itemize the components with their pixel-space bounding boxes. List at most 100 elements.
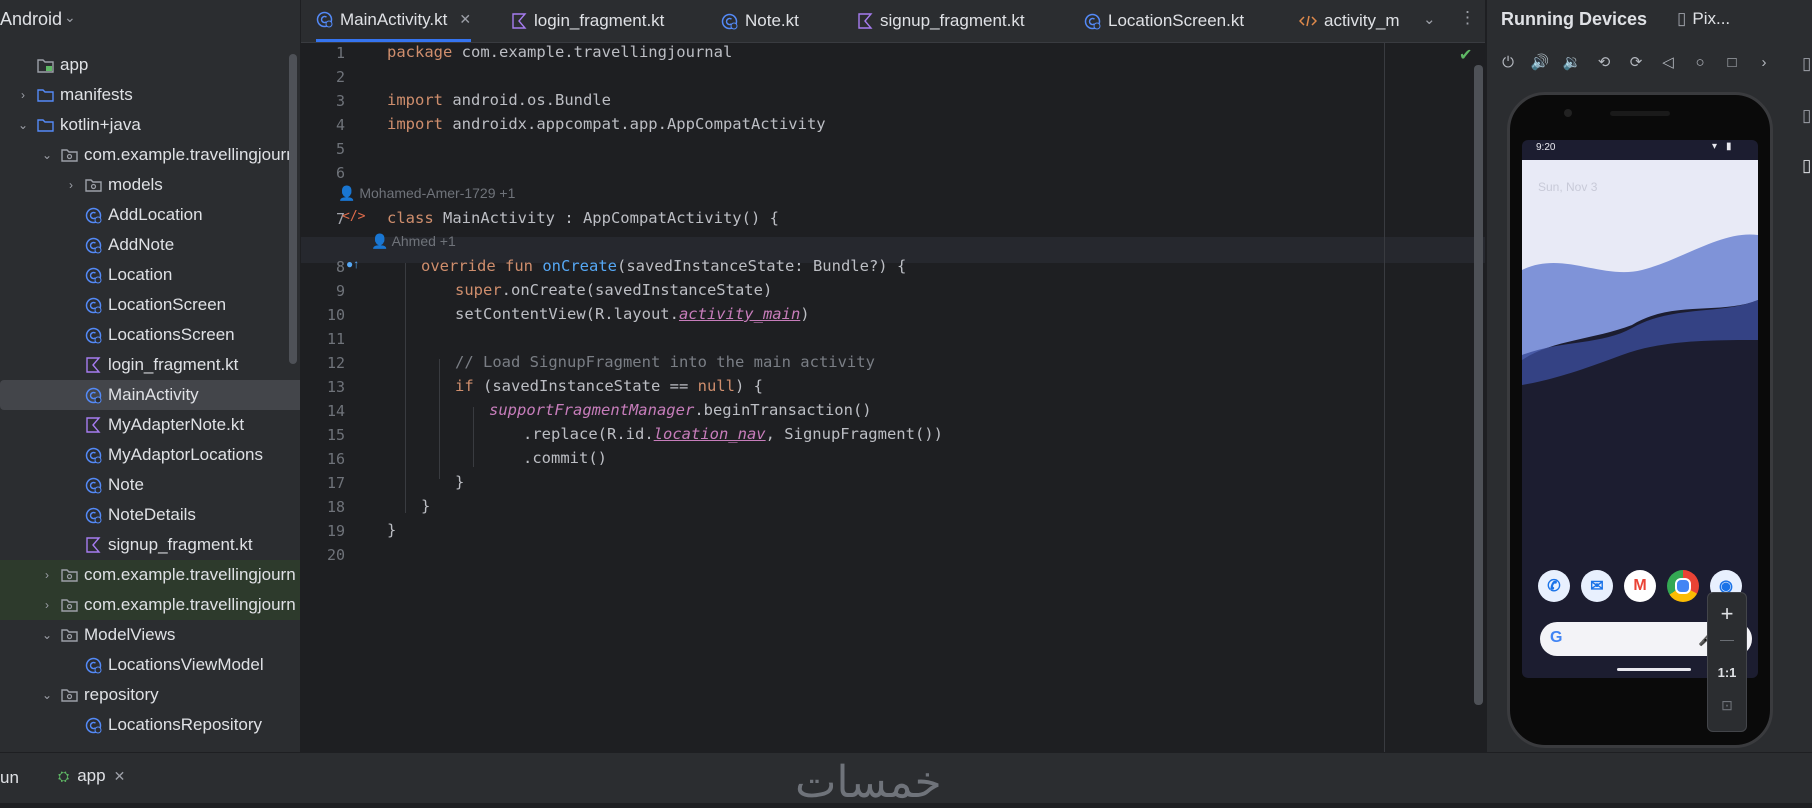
tree-item[interactable]: AddNote — [0, 230, 300, 260]
chevron-down-icon[interactable]: ⌄ — [64, 9, 76, 26]
tree-item-label: LocationScreen — [108, 295, 227, 314]
class-icon — [721, 13, 738, 30]
collapse-chevron-icon[interactable]: › — [40, 598, 54, 612]
running-devices-title: Running Devices — [1501, 9, 1648, 29]
tree-item[interactable]: LocationsViewModel — [0, 650, 300, 680]
indent-guide — [473, 407, 474, 467]
code-vision-author[interactable]: 👤 Mohamed-Amer-1729 +1 — [338, 185, 515, 202]
expand-chevron-icon[interactable]: ⌄ — [16, 118, 30, 132]
messages-app-icon[interactable]: ✉ — [1581, 570, 1613, 602]
back-icon[interactable]: ◁ — [1655, 48, 1681, 76]
editor-scrollbar[interactable] — [1474, 65, 1483, 705]
tool-window-icon[interactable]: ▯ — [1802, 54, 1811, 74]
kotlin-file-icon — [84, 536, 102, 554]
tree-item[interactable]: LocationsRepository — [0, 710, 300, 740]
tree-item-label: manifests — [60, 85, 133, 104]
folder-icon — [36, 86, 54, 104]
code-vision-author[interactable]: 👤 Ahmed +1 — [371, 233, 456, 250]
chrome-app-icon[interactable] — [1667, 570, 1699, 602]
tree-item[interactable]: MyAdaptorLocations — [0, 440, 300, 470]
zoom-out-button[interactable]: — — [1708, 631, 1746, 647]
run-tab-label: app — [77, 766, 106, 785]
zoom-in-button[interactable]: + — [1708, 601, 1746, 627]
code-line-12: // Load SignupFragment into the main act… — [455, 353, 875, 371]
editor-tab[interactable]: signup_fragment.kt — [857, 0, 1025, 42]
tree-item[interactable]: AddLocation — [0, 200, 300, 230]
tree-item[interactable]: ⌄ com.example.travellingjourn — [0, 140, 300, 170]
expand-chevron-icon[interactable]: ⌄ — [40, 148, 54, 162]
code-line-17: } — [455, 473, 465, 491]
tree-item-label: NoteDetails — [108, 505, 196, 524]
chevron-right-icon[interactable]: › — [1751, 48, 1777, 76]
folder-icon — [36, 116, 54, 134]
tree-item[interactable]: ⌄ ModelViews — [0, 620, 300, 650]
tree-item-label: com.example.travellingjourn — [84, 565, 296, 584]
tree-item[interactable]: › com.example.travellingjourn — [0, 590, 300, 620]
tree-item[interactable]: LocationScreen — [0, 290, 300, 320]
tree-item[interactable]: signup_fragment.kt — [0, 530, 300, 560]
power-icon[interactable]: ⏻ — [1495, 48, 1521, 76]
tree-item[interactable]: › com.example.travellingjourn — [0, 560, 300, 590]
tree-item[interactable]: LocationsScreen — [0, 320, 300, 350]
line-number: 5 — [335, 140, 345, 158]
close-icon[interactable]: ✕ — [114, 768, 126, 785]
run-tool-label[interactable]: un — [0, 768, 19, 788]
tree-item[interactable]: ⌄ kotlin+java — [0, 110, 300, 140]
editor-tab-label: LocationScreen.kt — [1108, 11, 1245, 30]
wifi-icon: ▾ — [1712, 141, 1718, 152]
more-options-icon[interactable]: ⋮ — [1459, 8, 1476, 28]
rotate-right-icon[interactable]: ⟳ — [1623, 48, 1649, 76]
close-icon[interactable]: ✕ — [459, 11, 471, 28]
project-view-title[interactable]: Android — [0, 9, 62, 30]
tree-item-label: MyAdaptorLocations — [108, 445, 263, 464]
tree-item[interactable]: MyAdapterNote.kt — [0, 410, 300, 440]
package-icon — [60, 146, 78, 164]
rotate-left-icon[interactable]: ⟲ — [1591, 48, 1617, 76]
tool-window-icon[interactable]: ▯ — [1802, 106, 1811, 126]
home-indicator[interactable] — [1617, 668, 1691, 671]
code-editor[interactable]: ✔ 1 2 3 4 5 6 7 8 9 10 11 12 13 14 15 16 17 18 19 20 </> ●↑… — [301, 43, 1485, 752]
zoom-fit-icon[interactable]: ⊡ — [1708, 697, 1746, 714]
collapse-chevron-icon[interactable]: › — [64, 178, 78, 192]
tree-item-label: LocationsViewModel — [108, 655, 264, 674]
editor-tab[interactable]: activity_m — [1299, 0, 1400, 42]
phone-app-icon[interactable]: ✆ — [1538, 570, 1570, 602]
tree-item-label: Location — [108, 265, 173, 284]
home-icon[interactable]: ○ — [1687, 48, 1713, 76]
class-icon — [84, 506, 102, 524]
overview-icon[interactable]: □ — [1719, 48, 1745, 76]
device-tab[interactable]: ▯ Pix... — [1677, 0, 1730, 38]
tree-item[interactable]: Location — [0, 260, 300, 290]
collapse-chevron-icon[interactable]: › — [40, 568, 54, 582]
collapse-chevron-icon[interactable]: › — [16, 88, 30, 102]
editor-tab[interactable]: LocationScreen.kt — [1084, 0, 1244, 42]
tree-item[interactable]: MainActivity — [0, 380, 300, 410]
project-header[interactable]: Android ⌄ — [0, 0, 300, 38]
editor-tab[interactable]: login_fragment.kt — [511, 0, 664, 42]
editor-tab[interactable]: MainActivity.kt ✕ — [316, 0, 472, 42]
editor-tab-label: MainActivity.kt — [340, 9, 448, 29]
expand-chevron-icon[interactable]: ⌄ — [40, 628, 54, 642]
inspection-ok-icon[interactable]: ✔ — [1459, 45, 1472, 65]
tree-item[interactable]: › models — [0, 170, 300, 200]
tree-item[interactable]: Note — [0, 470, 300, 500]
override-gutter-icon[interactable]: ●↑ — [346, 257, 359, 271]
expand-chevron-icon[interactable]: ⌄ — [40, 688, 54, 702]
gmail-app-icon[interactable]: M — [1624, 570, 1656, 602]
zoom-actual-size-button[interactable]: 1:1 — [1708, 665, 1746, 680]
tab-list-chevron-icon[interactable]: ⌄ — [1423, 10, 1436, 28]
xml-layout-gutter-icon[interactable]: </> — [342, 209, 365, 224]
tree-item[interactable]: login_fragment.kt — [0, 350, 300, 380]
volume-up-icon[interactable]: 🔊 — [1527, 48, 1553, 76]
tool-window-icon[interactable]: ▯ — [1802, 156, 1811, 176]
editor-tab[interactable]: Note.kt — [721, 0, 799, 42]
tree-item[interactable]: NoteDetails — [0, 500, 300, 530]
line-number: 20 — [326, 546, 345, 564]
project-scrollbar[interactable] — [289, 54, 297, 364]
volume-down-icon[interactable]: 🔉 — [1559, 48, 1585, 76]
tree-item[interactable]: app — [0, 50, 300, 80]
run-tab[interactable]: ⛭ app ✕ — [58, 766, 125, 786]
tree-item[interactable]: ⌄ repository — [0, 680, 300, 710]
tree-item[interactable]: › manifests — [0, 80, 300, 110]
line-number: 17 — [326, 474, 345, 492]
